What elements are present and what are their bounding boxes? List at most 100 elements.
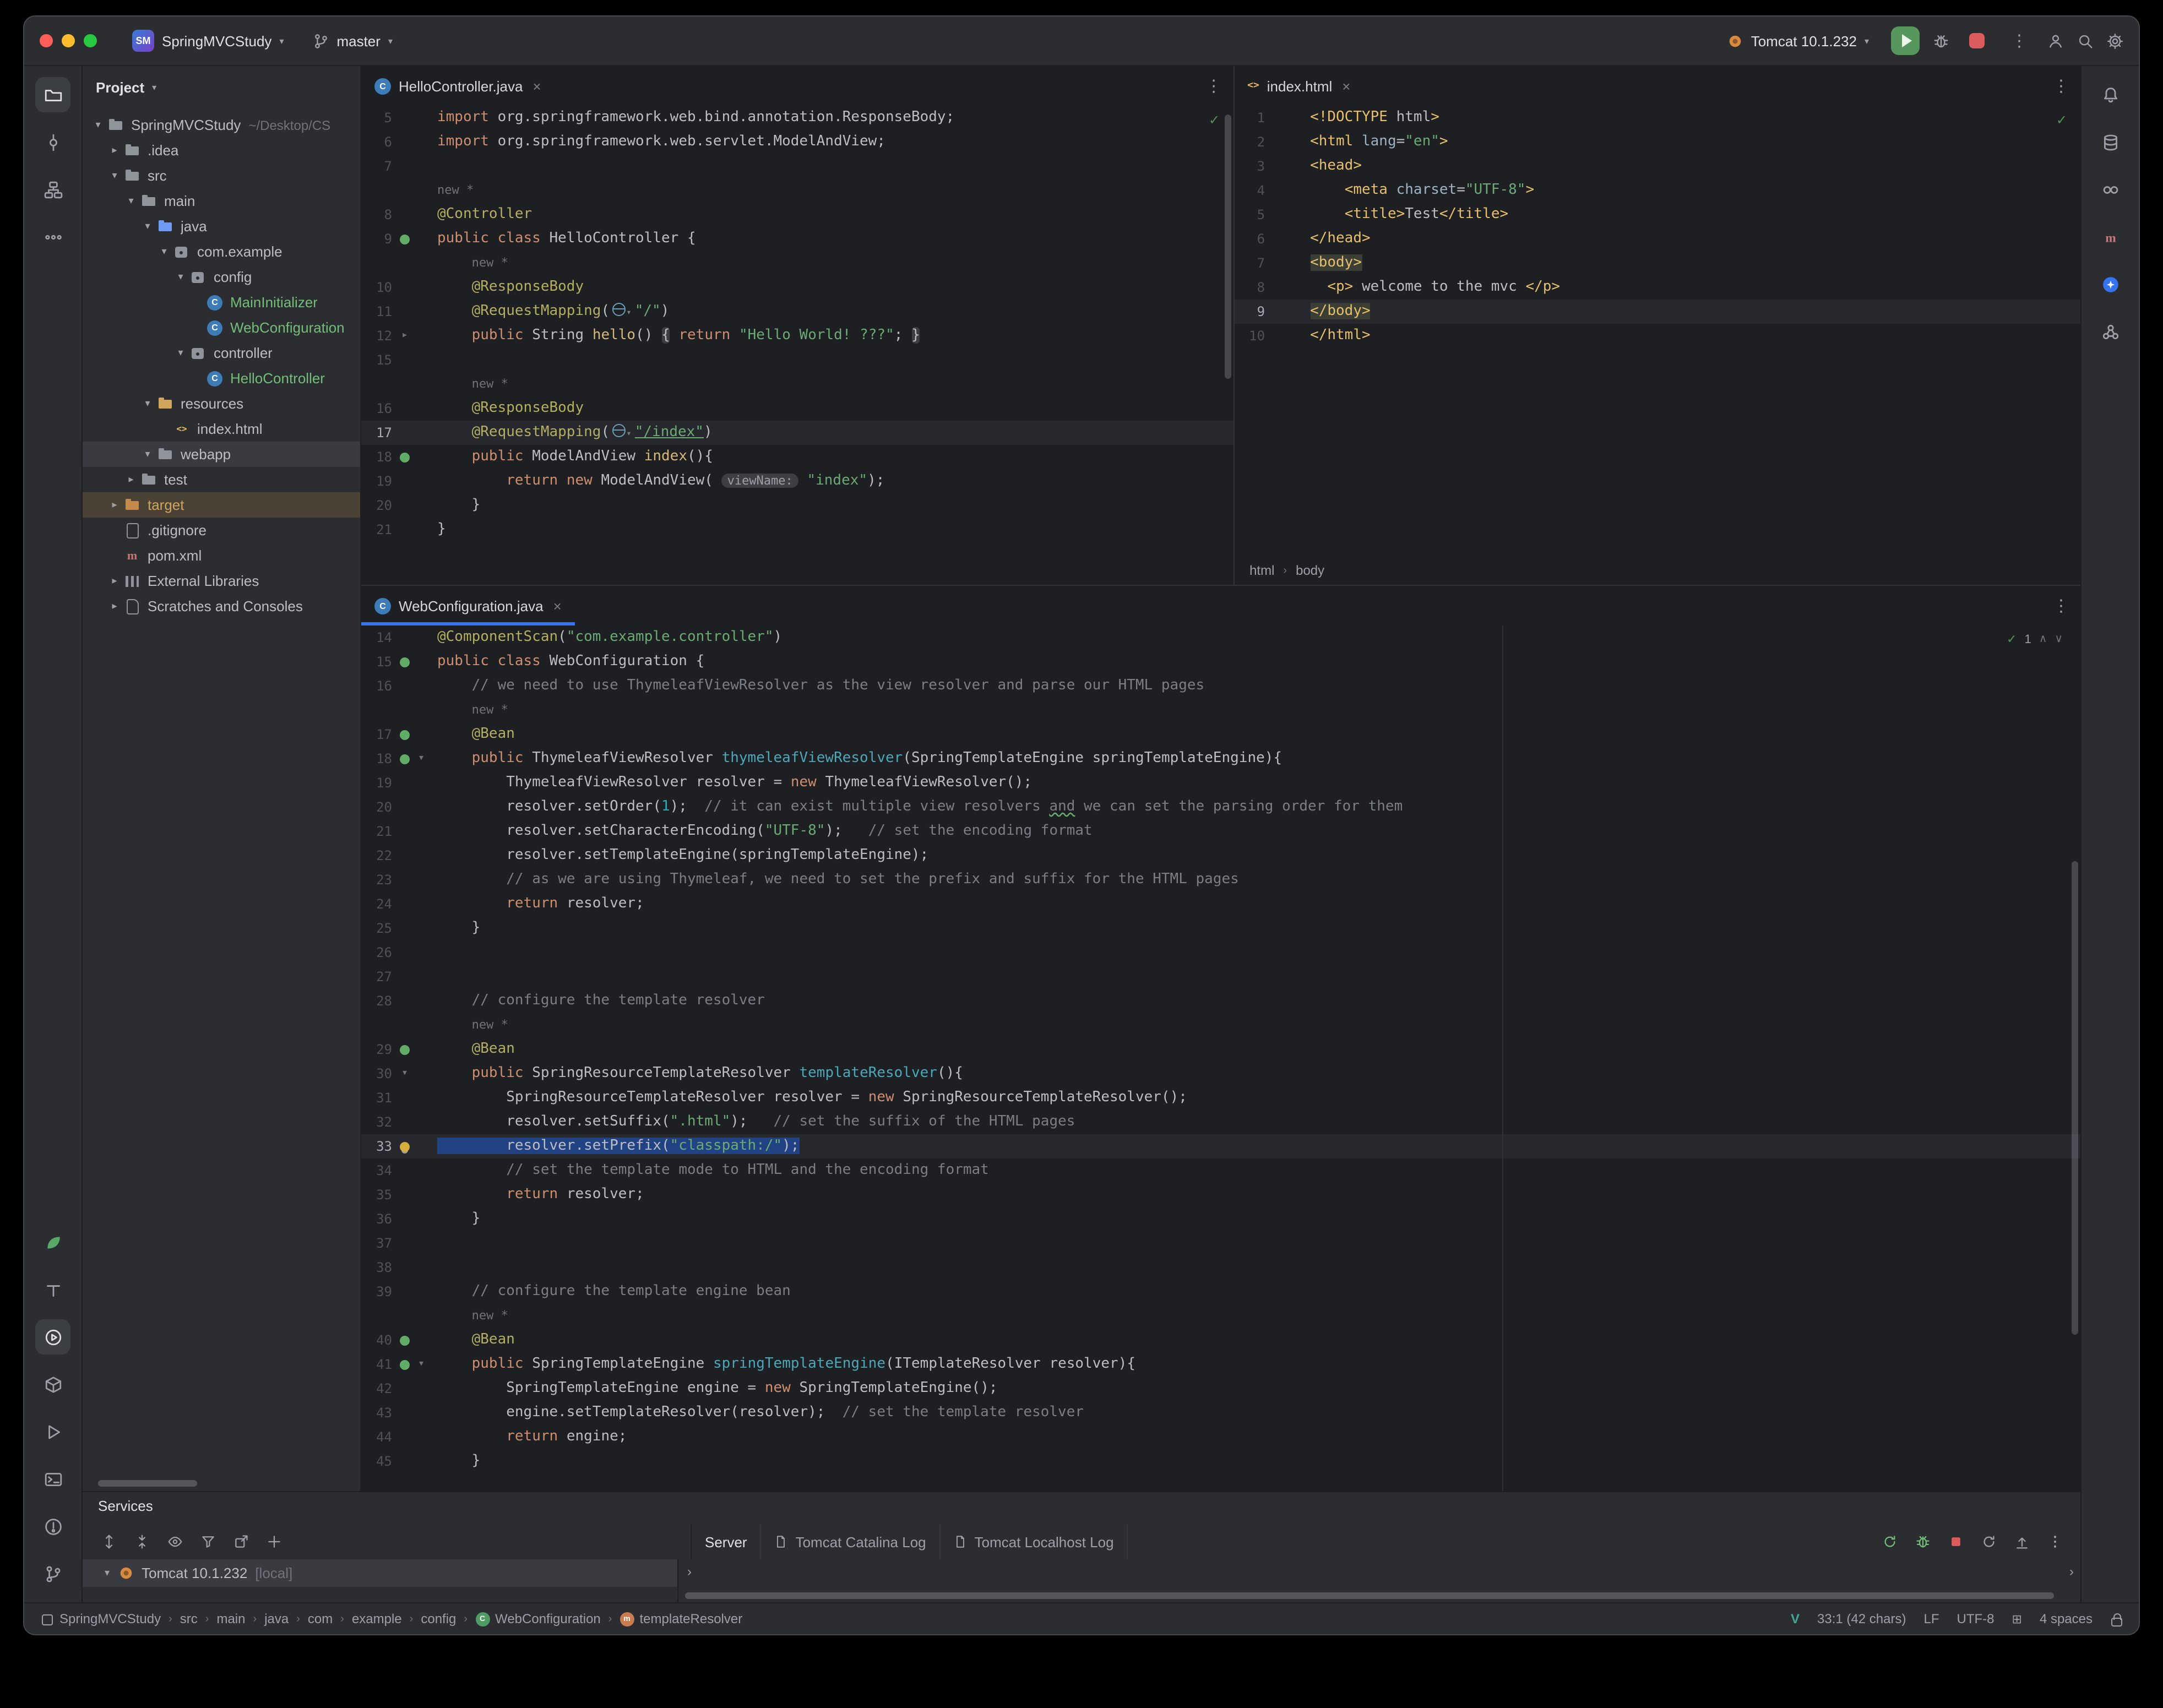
gutter[interactable]: 33 <box>361 1134 437 1158</box>
code-editor[interactable]: 5 import org.springframework.web.bind.ann… <box>361 106 1233 585</box>
code-line[interactable]: 31 SpringResourceTemplateResolver resolv… <box>361 1086 2080 1110</box>
code-line[interactable]: 21 resolver.setCharacterEncoding("UTF-8"… <box>361 819 2080 844</box>
gutter[interactable]: 10 <box>1234 324 1310 348</box>
build-tool-window-icon[interactable] <box>35 1367 70 1402</box>
tree-item-external-libraries[interactable]: External Libraries <box>83 568 360 594</box>
caret-position[interactable]: 33:1 (42 chars) <box>1817 1611 1906 1627</box>
gutter[interactable]: 27 <box>361 965 437 989</box>
line-number[interactable]: 12 <box>361 324 392 348</box>
line-number[interactable]: 17 <box>361 421 392 445</box>
line-number[interactable]: 9 <box>1234 300 1265 324</box>
chevron-down-icon[interactable] <box>172 271 189 283</box>
status-breadcrumb-templateresolver[interactable]: templateResolver <box>619 1611 742 1627</box>
code-line[interactable]: 10 @ResponseBody <box>361 275 1233 300</box>
terminal-tool-window-icon[interactable] <box>35 1461 70 1497</box>
line-number[interactable]: 21 <box>361 819 392 844</box>
spring-bean-icon[interactable] <box>398 1357 412 1372</box>
code-line[interactable]: 20 } <box>361 493 1233 518</box>
gutter[interactable]: 2 <box>1234 130 1310 154</box>
rerun-server-icon[interactable] <box>1878 1530 1902 1554</box>
code-line[interactable]: new * <box>361 178 1233 203</box>
code-line[interactable]: 26 <box>361 940 2080 965</box>
gutter[interactable]: 45 <box>361 1449 437 1473</box>
line-number[interactable]: 33 <box>361 1134 392 1158</box>
code-line[interactable]: 35 return resolver; <box>361 1183 2080 1207</box>
gutter[interactable]: 37 <box>361 1231 437 1255</box>
spring-bean-icon[interactable] <box>398 232 412 246</box>
line-number[interactable]: 10 <box>361 275 392 300</box>
line-number[interactable]: 8 <box>1234 275 1265 300</box>
gutter[interactable]: 10 <box>361 275 437 300</box>
gutter[interactable]: 40 <box>361 1328 437 1352</box>
gutter[interactable]: 43 <box>361 1401 437 1425</box>
gutter[interactable]: 11 <box>361 300 437 324</box>
code-line[interactable]: 30 public SpringResourceTemplateResolver… <box>361 1062 2080 1086</box>
gutter[interactable]: 9 <box>361 227 437 251</box>
code-line[interactable]: 17 @RequestMapping(▾ "/index") <box>361 421 1233 445</box>
add-service-icon[interactable] <box>261 1529 287 1555</box>
chevron-right-icon[interactable] <box>687 1564 692 1579</box>
code-line[interactable]: 19 ThymeleafViewResolver resolver = new … <box>361 771 2080 795</box>
gutter[interactable]: 36 <box>361 1207 437 1231</box>
gutter[interactable]: 8 <box>1234 275 1310 300</box>
stop-button[interactable] <box>1963 26 1991 55</box>
code-line[interactable]: 27 <box>361 965 2080 989</box>
database-tool-window-icon[interactable] <box>2093 124 2128 160</box>
code-line[interactable]: 29 @Bean <box>361 1037 2080 1062</box>
status-breadcrumb-example[interactable]: example <box>352 1611 402 1627</box>
project-tool-window-icon[interactable] <box>35 77 70 112</box>
gutter[interactable]: 6 <box>361 130 437 154</box>
gutter[interactable]: 19 <box>361 469 437 493</box>
code-line[interactable]: 23 // as we are using Thymeleaf, we need… <box>361 868 2080 892</box>
tab-hellocontroller-java[interactable]: HelloController.java <box>361 66 555 106</box>
gutter[interactable]: 5 <box>361 106 437 130</box>
line-number[interactable]: 37 <box>361 1231 392 1255</box>
tree-item-webapp[interactable]: webapp <box>83 442 360 467</box>
line-number[interactable]: 22 <box>361 844 392 868</box>
gutter[interactable]: 35 <box>361 1183 437 1207</box>
project-widget[interactable]: SM SpringMVCStudy ▾ <box>123 25 292 56</box>
line-number[interactable]: 35 <box>361 1183 392 1207</box>
line-number[interactable]: 21 <box>361 518 392 542</box>
code-editor[interactable]: 1 <!DOCTYPE html> 2 <html lang="en"> 3 <head>… <box>1234 106 2080 585</box>
tree-item-main[interactable]: main <box>83 188 360 214</box>
fold-expanded-icon[interactable] <box>414 1357 428 1372</box>
view-options-icon[interactable] <box>162 1529 188 1555</box>
code-line[interactable]: 16 @ResponseBody <box>361 396 1233 421</box>
code-line[interactable]: 39 // configure the template engine bean <box>361 1280 2080 1304</box>
line-number[interactable]: 6 <box>361 130 392 154</box>
gutter[interactable]: 26 <box>361 940 437 965</box>
tree-item-src[interactable]: src <box>83 163 360 188</box>
line-number[interactable]: 11 <box>361 300 392 324</box>
gutter[interactable]: 20 <box>361 493 437 518</box>
file-encoding-indicator[interactable]: UTF-8 <box>1957 1611 1994 1627</box>
project-panel-header[interactable]: Project ▾ <box>83 66 360 108</box>
horizontal-scrollbar[interactable] <box>98 1480 197 1487</box>
code-line[interactable]: new * <box>361 251 1233 275</box>
line-number[interactable]: 31 <box>361 1086 392 1110</box>
code-editor[interactable]: 14 @ComponentScan("com.example.controller… <box>361 625 2080 1491</box>
line-number[interactable]: 43 <box>361 1401 392 1425</box>
chevron-down-icon[interactable] <box>172 347 189 359</box>
line-number[interactable]: 24 <box>361 892 392 916</box>
line-number[interactable]: 44 <box>361 1425 392 1449</box>
gutter[interactable]: 30 <box>361 1062 437 1086</box>
line-number[interactable]: 32 <box>361 1110 392 1134</box>
gutter[interactable]: 17 <box>361 421 437 445</box>
line-number[interactable]: 10 <box>1234 324 1265 348</box>
code-line[interactable]: 43 engine.setTemplateResolver(resolver);… <box>361 1401 2080 1425</box>
minimize-window-button[interactable] <box>62 34 75 47</box>
settings-icon[interactable] <box>2107 32 2123 49</box>
tab-index-html[interactable]: index.html <box>1234 66 1363 106</box>
gutter[interactable]: 41 <box>361 1352 437 1377</box>
fold-expanded-icon[interactable] <box>414 752 428 766</box>
code-line[interactable]: 2 <html lang="en"> <box>1234 130 2080 154</box>
run-configuration-selector[interactable]: Tomcat 10.1.232 ▾ <box>1718 28 1878 53</box>
stop-server-icon[interactable] <box>1944 1530 1968 1554</box>
close-window-button[interactable] <box>40 34 53 47</box>
gutter[interactable]: 14 <box>361 625 437 650</box>
editor-options-icon[interactable] <box>1199 76 1229 96</box>
gutter[interactable] <box>361 698 437 722</box>
refresh-icon[interactable] <box>1977 1530 2001 1554</box>
status-breadcrumb-src[interactable]: src <box>180 1611 198 1627</box>
